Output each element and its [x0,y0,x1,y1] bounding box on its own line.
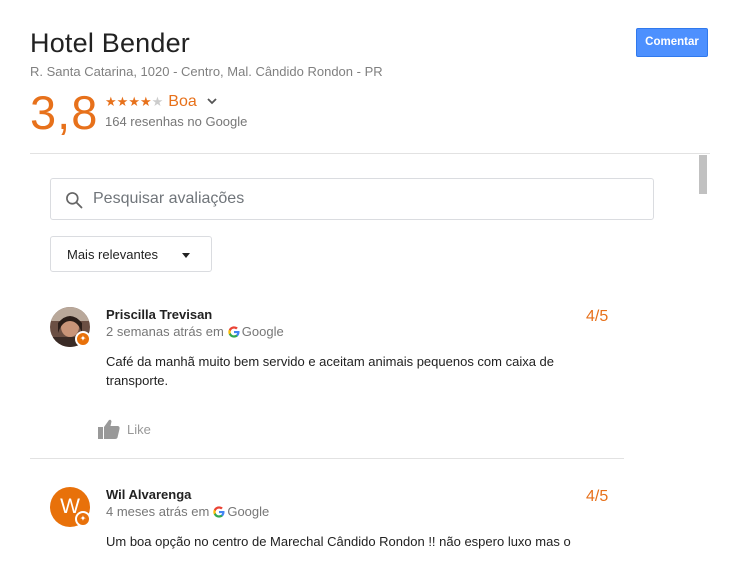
review-source: Google [241,324,284,339]
dropdown-arrow-icon [182,253,190,258]
review-date: 4 meses atrás em Google [106,504,269,519]
local-guide-badge-icon: ✦ [75,331,91,347]
reviewer-avatar[interactable]: W ✦ [50,487,91,527]
review-text: Um boa opção no centro de Marechal Cândi… [106,534,571,549]
star-empty-icon: ★ [151,94,164,109]
star-icon: ★ [105,94,117,109]
divider [30,458,624,459]
rating-stars-line[interactable]: ★ ★ ★ ★ ★ Boa [105,92,247,112]
review-item: W ✦ Wil Alvarenga 4 meses atrás em Googl… [30,480,624,571]
hotel-name: Hotel Bender [30,28,190,58]
thumbs-up-icon [98,419,120,439]
review-score: 4/5 [586,308,609,325]
review-date-text: 4 meses atrás em [106,504,210,519]
rating-meta: ★ ★ ★ ★ ★ Boa 164 resenhas no Google [105,92,247,129]
hotel-header: Hotel Bender R. Santa Catarina, 1020 - C… [30,28,710,79]
rating-summary: 3,8 ★ ★ ★ ★ ★ Boa 164 resenhas no Google [30,88,430,138]
review-text: Café da manhã muito bem servido e aceita… [106,354,555,388]
reviewer-avatar[interactable]: ✦ [50,307,91,347]
search-box[interactable] [50,178,654,220]
star-icon: ★ [139,94,152,109]
rating-word: Boa [168,93,197,110]
review-count: 164 resenhas no Google [105,114,248,129]
scrollbar-thumb[interactable] [699,155,707,194]
scrollbar-track[interactable] [698,154,708,571]
reviewer-name[interactable]: Priscilla Trevisan [106,307,212,322]
chevron-down-icon[interactable] [206,95,218,107]
star-icon: ★ [128,94,140,109]
review-source: Google [227,504,270,519]
star-icon: ★ [116,94,129,109]
review-date-text: 2 semanas atrás em [106,324,224,339]
google-logo-icon [213,505,225,518]
divider [30,153,710,154]
review-item: ✦ Priscilla Trevisan 2 semanas atrás em … [30,300,624,458]
comment-button[interactable]: Comentar [636,28,708,57]
search-icon [66,192,83,209]
review-date: 2 semanas atrás em Google [106,324,284,339]
local-guide-badge-icon: ✦ [75,511,91,527]
like-label: Like [127,421,151,437]
hotel-address: R. Santa Catarina, 1020 - Centro, Mal. C… [30,64,383,79]
sort-selected-label: Mais relevantes [67,247,159,262]
like-button[interactable]: Like [97,417,151,441]
rating-score: 3,8 [30,86,99,139]
reviewer-name[interactable]: Wil Alvarenga [106,487,191,502]
review-score: 4/5 [586,488,609,505]
sort-dropdown[interactable]: Mais relevantes [50,236,212,272]
google-logo-icon [228,325,240,338]
search-input[interactable] [93,185,633,213]
